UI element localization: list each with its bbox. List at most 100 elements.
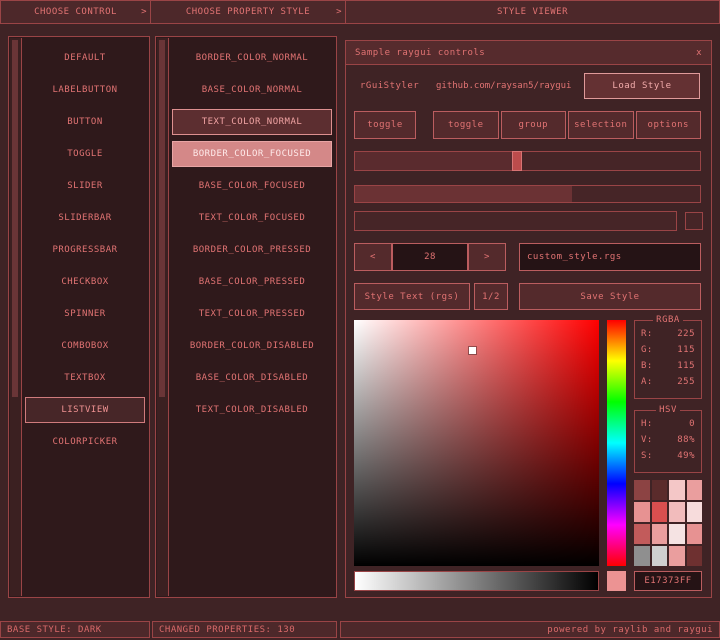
style-viewer-label: STYLE VIEWER <box>497 7 568 17</box>
property-item-text-color-normal[interactable]: TEXT_COLOR_NORMAL <box>172 109 332 135</box>
style-viewer-header: STYLE VIEWER <box>345 0 720 24</box>
rgba-row-g: G:115 <box>637 342 699 358</box>
control-item-combobox[interactable]: COMBOBOX <box>25 333 145 359</box>
properties-scrollbar-thumb[interactable] <box>159 40 165 397</box>
control-item-button[interactable]: BUTTON <box>25 109 145 135</box>
property-item-base-color-normal[interactable]: BASE_COLOR_NORMAL <box>172 77 332 103</box>
color-swatch-14[interactable] <box>669 546 685 566</box>
properties-scrollbar[interactable] <box>157 38 169 596</box>
chevron-right-icon: > <box>141 7 147 17</box>
controls-scrollbar[interactable] <box>10 38 22 596</box>
hsv-row-s: S:49% <box>637 448 699 464</box>
property-item-border-color-focused[interactable]: BORDER_COLOR_FOCUSED <box>172 141 332 167</box>
rgba-group-box: RGBA R:225G:115B:115A:255 <box>634 315 702 399</box>
property-item-base-color-disabled[interactable]: BASE_COLOR_DISABLED <box>172 365 332 391</box>
chevron-right-icon: > <box>336 7 342 17</box>
breadcrumb-choose-control: CHOOSE CONTROL > <box>0 0 151 24</box>
control-item-labelbutton[interactable]: LABELBUTTON <box>25 77 145 103</box>
choose-control-label: CHOOSE CONTROL <box>34 7 117 17</box>
color-swatch-9[interactable] <box>652 524 668 544</box>
hsv-group-label: HSV <box>656 405 680 415</box>
toggle-group-item-options[interactable]: options <box>636 111 702 139</box>
status-base-style: BASE STYLE: DARK <box>0 621 150 638</box>
control-item-progressbar[interactable]: PROGRESSBAR <box>25 237 145 263</box>
color-swatch-5[interactable] <box>652 502 668 522</box>
progressbar-fill <box>355 186 572 202</box>
properties-list-panel: BORDER_COLOR_NORMAL BASE_COLOR_NORMAL TEXT… <box>155 36 337 598</box>
spinner-value-box[interactable]: 28 <box>392 243 468 271</box>
rgba-group-label: RGBA <box>653 315 683 325</box>
style-viewer-window: Sample raygui controls x rGuiStyler gith… <box>345 40 712 598</box>
sample-sliderbar[interactable] <box>354 211 677 231</box>
property-item-border-color-disabled[interactable]: BORDER_COLOR_DISABLED <box>172 333 332 359</box>
property-item-text-color-focused[interactable]: TEXT_COLOR_FOCUSED <box>172 205 332 231</box>
color-swatch-10[interactable] <box>669 524 685 544</box>
slider-fill <box>355 152 517 170</box>
window-title-bar[interactable]: Sample raygui controls x <box>346 41 711 65</box>
value-gradient-bar[interactable] <box>354 571 599 591</box>
style-text-format-button[interactable]: Style Text (rgs) <box>354 283 470 310</box>
property-item-text-color-disabled[interactable]: TEXT_COLOR_DISABLED <box>172 397 332 423</box>
sample-toggle-group: togglegroupselectionoptions <box>433 111 701 139</box>
current-color-swatch[interactable] <box>607 571 626 591</box>
hue-bar[interactable] <box>607 320 626 566</box>
color-swatch-12[interactable] <box>634 546 650 566</box>
choose-property-style-label: CHOOSE PROPERTY STYLE <box>186 7 310 17</box>
color-swatch-7[interactable] <box>687 502 703 522</box>
hex-color-textbox[interactable]: E17373FF <box>634 571 702 591</box>
color-swatch-grid <box>634 480 702 566</box>
controls-list: DEFAULT LABELBUTTON BUTTON TOGGLE SLIDER SLID… <box>25 45 145 461</box>
top-bar: CHOOSE CONTROL > CHOOSE PROPERTY STYLE >… <box>0 0 720 24</box>
slider-handle[interactable] <box>512 151 522 171</box>
controls-scrollbar-thumb[interactable] <box>12 40 18 397</box>
toggle-group-item-group[interactable]: group <box>501 111 567 139</box>
color-swatch-1[interactable] <box>652 480 668 500</box>
property-item-text-color-pressed[interactable]: TEXT_COLOR_PRESSED <box>172 301 332 327</box>
spinner-increment-button[interactable]: > <box>468 243 506 271</box>
toggle-group-item-toggle[interactable]: toggle <box>433 111 499 139</box>
hsv-row-v: V:88% <box>637 432 699 448</box>
sample-toggle-button[interactable]: toggle <box>354 111 416 139</box>
rguistyler-app: CHOOSE CONTROL > CHOOSE PROPERTY STYLE >… <box>0 0 720 640</box>
control-item-toggle[interactable]: TOGGLE <box>25 141 145 167</box>
status-changed-properties: CHANGED PROPERTIES: 130 <box>152 621 337 638</box>
control-item-colorpicker[interactable]: COLORPICKER <box>25 429 145 455</box>
property-item-base-color-pressed[interactable]: BASE_COLOR_PRESSED <box>172 269 332 295</box>
breadcrumb-choose-property-style: CHOOSE PROPERTY STYLE > <box>150 0 346 24</box>
sample-slider[interactable] <box>354 151 701 171</box>
close-icon[interactable]: x <box>696 48 702 58</box>
control-item-textbox[interactable]: TEXTBOX <box>25 365 145 391</box>
load-style-button[interactable]: Load Style <box>584 73 700 99</box>
toggle-group-item-selection[interactable]: selection <box>568 111 634 139</box>
color-swatch-4[interactable] <box>634 502 650 522</box>
sample-checkbox[interactable] <box>685 212 703 230</box>
save-style-button[interactable]: Save Style <box>519 283 701 310</box>
control-item-spinner[interactable]: SPINNER <box>25 301 145 327</box>
color-swatch-8[interactable] <box>634 524 650 544</box>
spinner-decrement-button[interactable]: < <box>354 243 392 271</box>
control-item-sliderbar[interactable]: SLIDERBAR <box>25 205 145 231</box>
style-filename-textbox[interactable]: custom_style.rgs <box>519 243 701 271</box>
picker-cursor[interactable] <box>469 347 476 354</box>
color-swatch-15[interactable] <box>687 546 703 566</box>
rgba-row-a: A:255 <box>637 374 699 390</box>
property-item-base-color-focused[interactable]: BASE_COLOR_FOCUSED <box>172 173 332 199</box>
control-item-slider[interactable]: SLIDER <box>25 173 145 199</box>
window-title: Sample raygui controls <box>355 48 485 58</box>
color-swatch-6[interactable] <box>669 502 685 522</box>
color-swatch-13[interactable] <box>652 546 668 566</box>
control-item-checkbox[interactable]: CHECKBOX <box>25 269 145 295</box>
property-item-border-color-pressed[interactable]: BORDER_COLOR_PRESSED <box>172 237 332 263</box>
github-link[interactable]: github.com/raysan5/raygui <box>436 81 571 91</box>
color-swatch-2[interactable] <box>669 480 685 500</box>
color-swatch-3[interactable] <box>687 480 703 500</box>
page-indicator[interactable]: 1/2 <box>474 283 508 310</box>
control-item-default[interactable]: DEFAULT <box>25 45 145 71</box>
property-item-border-color-normal[interactable]: BORDER_COLOR_NORMAL <box>172 45 332 71</box>
color-swatch-11[interactable] <box>687 524 703 544</box>
color-picker-area[interactable] <box>354 320 599 566</box>
color-swatch-0[interactable] <box>634 480 650 500</box>
controls-list-panel: DEFAULT LABELBUTTON BUTTON TOGGLE SLIDER SLID… <box>8 36 150 598</box>
powered-by-label: powered by raylib and raygui <box>547 625 713 635</box>
control-item-listview[interactable]: LISTVIEW <box>25 397 145 423</box>
